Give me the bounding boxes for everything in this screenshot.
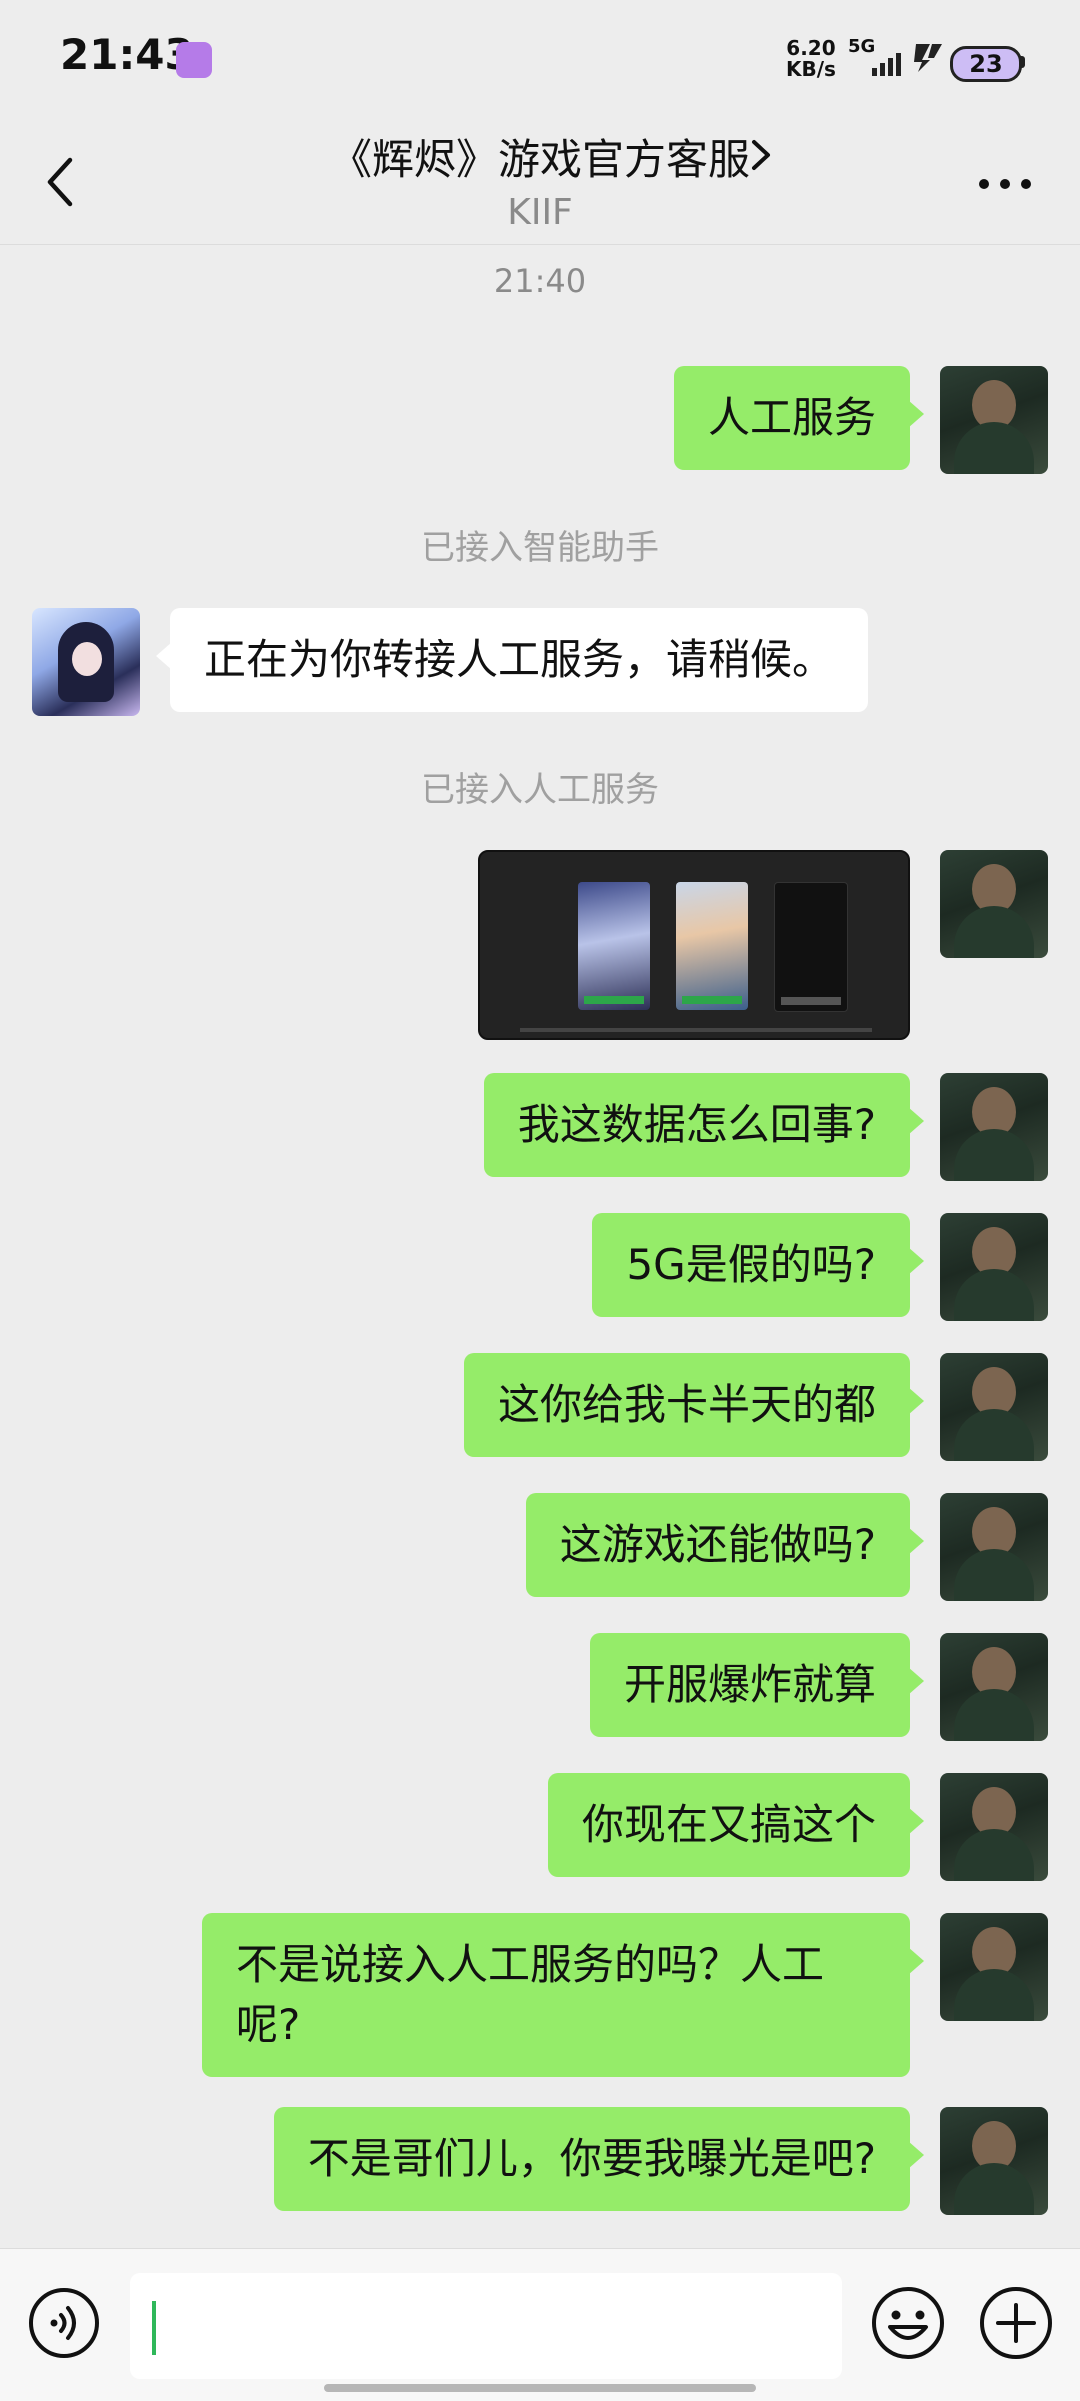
my-avatar[interactable] — [940, 1353, 1048, 1461]
message-input[interactable] — [130, 2273, 842, 2379]
system-notice-human: 已接入人工服务 — [421, 770, 659, 810]
image-card — [578, 882, 650, 1010]
network-speed-value: 6.20 — [786, 36, 836, 60]
input-bar — [0, 2248, 1080, 2401]
message-bubble-sent[interactable]: 这你给我卡半天的都 — [463, 1353, 925, 1457]
message-bubble-sent[interactable]: 不是哥们儿，你要我曝光是吧? — [273, 2107, 925, 2211]
service-avatar[interactable] — [32, 608, 140, 716]
battery-level: 23 — [969, 50, 1003, 78]
my-avatar[interactable] — [940, 2107, 1048, 2215]
my-avatar[interactable] — [940, 1213, 1048, 1321]
image-card — [774, 882, 848, 1012]
my-avatar[interactable] — [940, 1493, 1048, 1601]
image-message[interactable] — [478, 850, 910, 1040]
my-avatar[interactable] — [940, 1073, 1048, 1181]
my-avatar[interactable] — [940, 1633, 1048, 1741]
my-avatar[interactable] — [940, 1773, 1048, 1881]
image-card — [676, 882, 748, 1010]
system-notice-assistant: 已接入智能助手 — [421, 528, 659, 568]
my-avatar[interactable] — [940, 366, 1048, 474]
message-bubble-sent[interactable]: 5G是假的吗? — [592, 1213, 924, 1317]
emoji-icon[interactable] — [870, 2285, 946, 2361]
more-options-icon[interactable] — [978, 178, 1032, 190]
network-speed: 6.20 KB/s — [786, 38, 836, 80]
status-bar: 21:43 6.20 KB/s 5G 23 — [0, 0, 1080, 120]
message-bubble-received[interactable]: 正在为你转接人工服务，请稍候。 — [155, 608, 869, 712]
app-notification-icon — [176, 42, 212, 78]
home-indicator[interactable] — [324, 2384, 756, 2392]
network-speed-unit: KB/s — [786, 57, 836, 81]
chevron-right-icon[interactable] — [744, 130, 778, 180]
chat-header: 《辉烬》游戏官方客服 KIIF — [0, 120, 1080, 245]
message-bubble-sent[interactable]: 不是说接入人工服务的吗？人工呢? — [202, 1913, 924, 2077]
chat-title[interactable]: 《辉烬》游戏官方客服 — [330, 126, 750, 187]
message-timestamp: 21:40 — [493, 262, 587, 300]
text-caret — [152, 2301, 156, 2355]
chat-subtitle: KIIF — [507, 192, 573, 233]
add-more-icon[interactable] — [978, 2285, 1054, 2361]
charging-bolt-icon — [914, 44, 942, 72]
battery-indicator: 23 — [950, 46, 1022, 82]
status-time: 21:43 — [60, 30, 194, 79]
image-caption — [520, 1028, 872, 1032]
signal-bars-icon — [872, 53, 901, 76]
message-bubble-sent[interactable]: 开服爆炸就算 — [589, 1633, 925, 1737]
message-bubble-sent[interactable]: 这游戏还能做吗? — [525, 1493, 925, 1597]
battery-tip — [1020, 56, 1025, 68]
my-avatar[interactable] — [940, 1913, 1048, 2021]
message-bubble-sent[interactable]: 我这数据怎么回事? — [483, 1073, 925, 1177]
my-avatar[interactable] — [940, 850, 1048, 958]
voice-input-icon[interactable] — [28, 2287, 100, 2359]
message-bubble-sent[interactable]: 人工服务 — [673, 366, 925, 470]
message-bubble-sent[interactable]: 你现在又搞这个 — [547, 1773, 925, 1877]
